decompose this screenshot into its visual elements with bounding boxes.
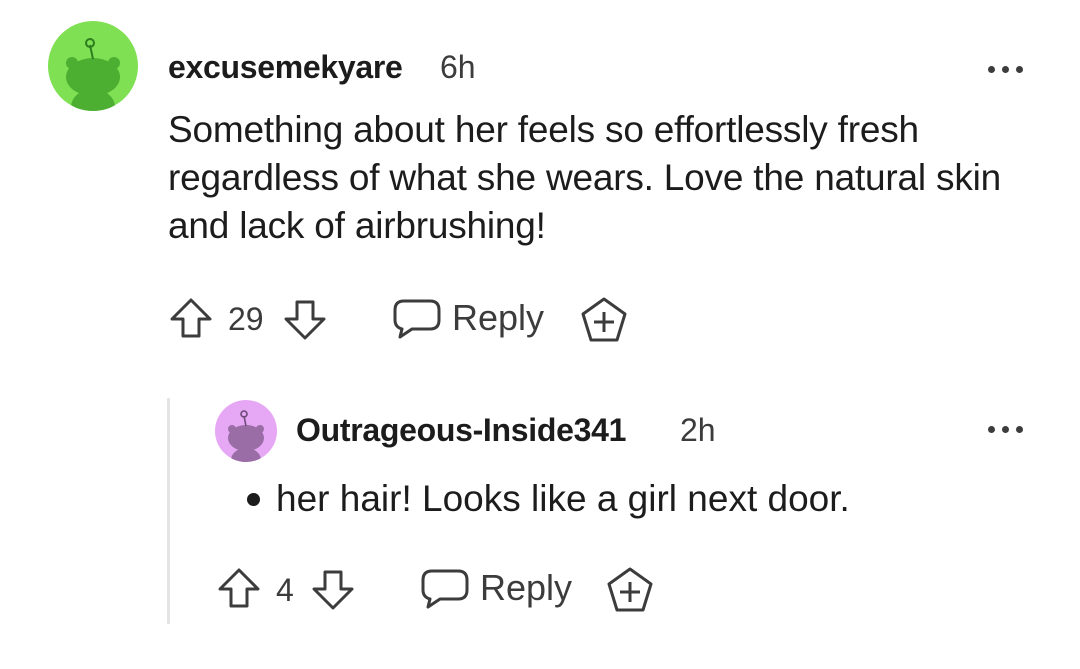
speech-bubble-icon[interactable]	[392, 298, 442, 340]
comment-timestamp: 2h	[680, 412, 716, 448]
reply-button[interactable]: Reply	[480, 567, 572, 609]
comment-username[interactable]: Outrageous-Inside341	[296, 412, 626, 449]
upvote-arrow-icon[interactable]	[216, 566, 262, 612]
comment-username[interactable]: excusemekyare	[168, 49, 403, 86]
avatar[interactable]	[215, 400, 277, 462]
reply-button[interactable]: Reply	[452, 297, 544, 339]
vote-count: 4	[276, 572, 294, 608]
award-plus-icon[interactable]	[580, 296, 628, 344]
more-options-icon[interactable]	[988, 62, 1028, 76]
snoo-avatar-icon	[48, 21, 138, 111]
comment-timestamp: 6h	[440, 49, 476, 85]
more-options-icon[interactable]	[988, 422, 1028, 436]
comment-body: her hair! Looks like a girl next door.	[276, 478, 850, 519]
upvote-arrow-icon[interactable]	[168, 296, 214, 342]
vote-count: 29	[228, 301, 264, 337]
bullet-point	[247, 493, 260, 506]
thread-line[interactable]	[167, 398, 170, 624]
comment-body: Something about her feels so effortlessl…	[168, 109, 1002, 246]
downvote-arrow-icon[interactable]	[282, 296, 328, 342]
speech-bubble-icon[interactable]	[420, 568, 470, 610]
downvote-arrow-icon[interactable]	[310, 566, 356, 612]
award-plus-icon[interactable]	[606, 566, 654, 614]
snoo-avatar-icon	[215, 400, 277, 462]
avatar[interactable]	[48, 21, 138, 111]
